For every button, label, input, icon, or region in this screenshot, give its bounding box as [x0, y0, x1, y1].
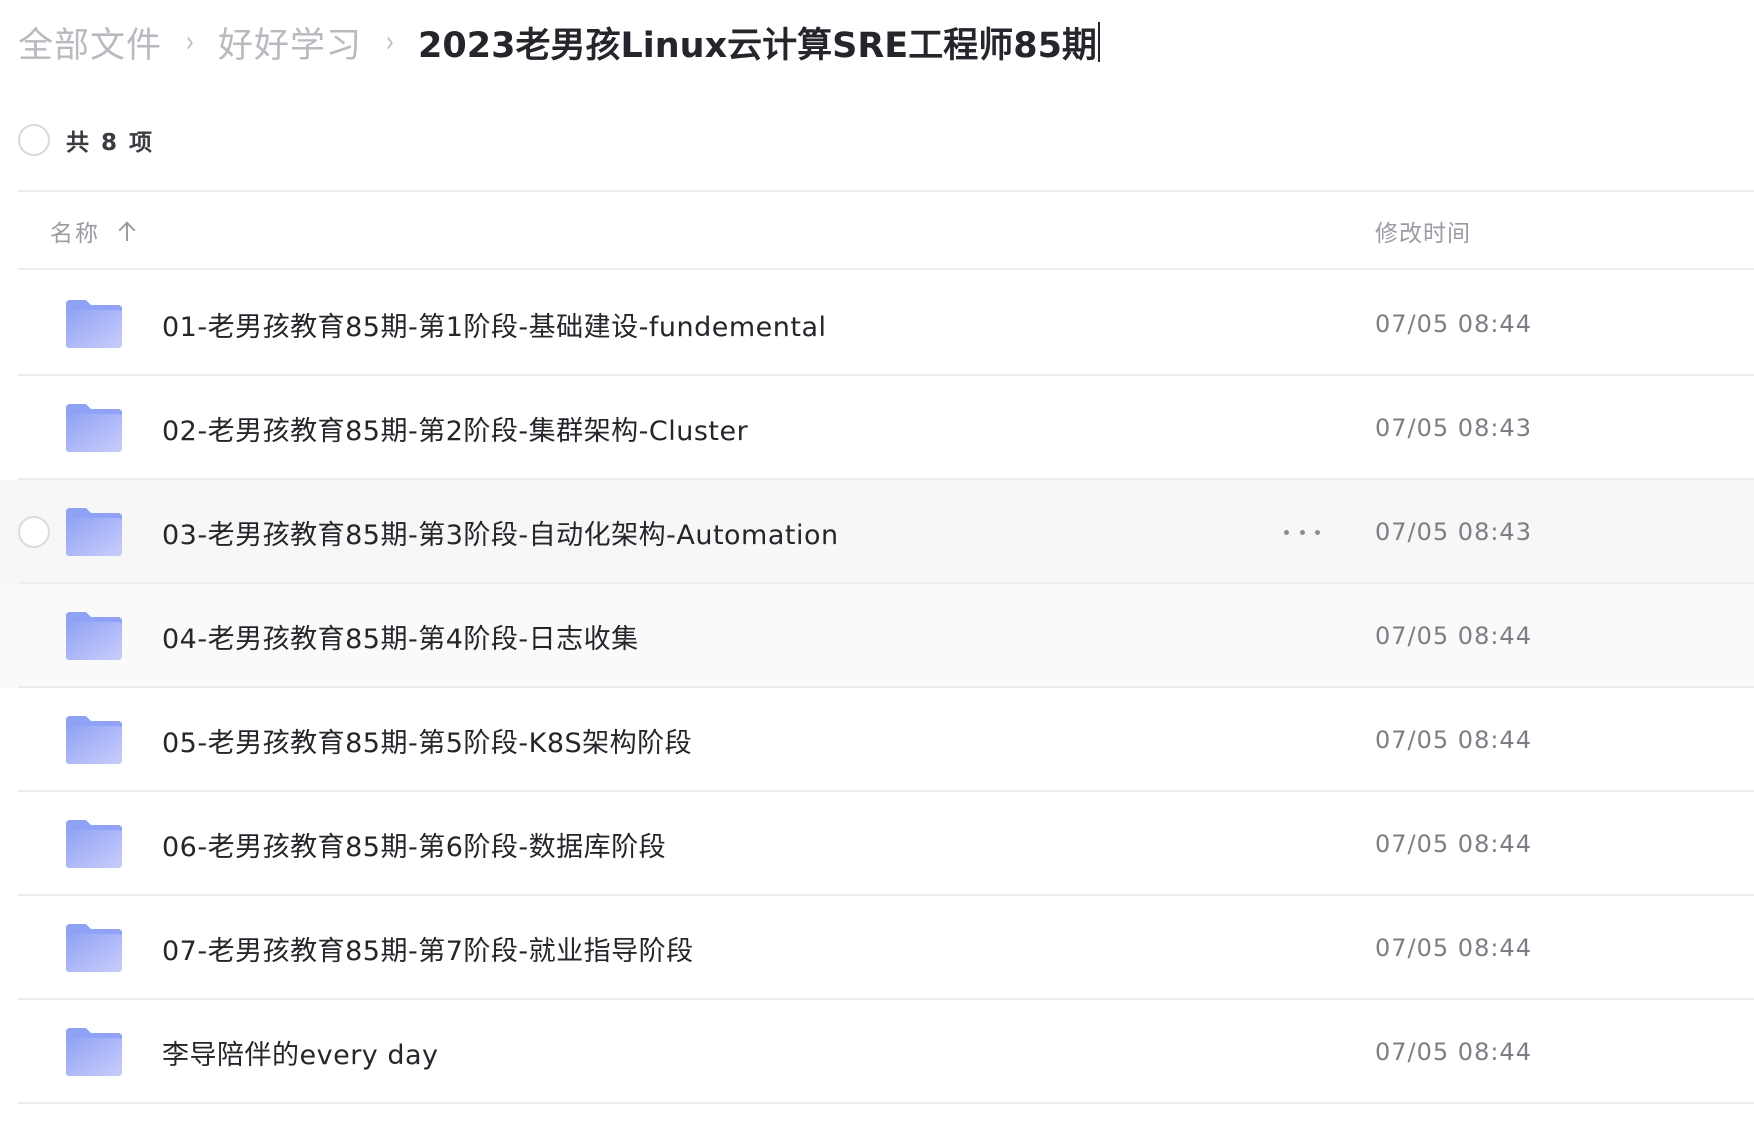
file-name[interactable]: 02-老男孩教育85期-第2阶段-集群架构-Cluster — [162, 376, 748, 480]
file-name[interactable]: 03-老男孩教育85期-第3阶段-自动化架构-Automation — [162, 480, 839, 584]
folder-icon — [66, 404, 122, 452]
modified-time: 07/05 08:44 — [1375, 934, 1532, 962]
file-row[interactable]: 05-老男孩教育85期-第5阶段-K8S架构阶段 07/05 08:44 — [0, 688, 1754, 792]
breadcrumb-item-study[interactable]: 好好学习 — [218, 17, 362, 68]
file-name[interactable]: 01-老男孩教育85期-第1阶段-基础建设-fundemental — [162, 272, 827, 376]
folder-icon — [66, 716, 122, 764]
breadcrumb-separator-icon: › — [185, 24, 195, 60]
folder-icon — [66, 508, 122, 556]
column-header-name-label: 名称 — [50, 221, 100, 247]
modified-time: 07/05 08:43 — [1375, 414, 1532, 442]
more-actions-icon[interactable] — [1284, 520, 1320, 544]
breadcrumb: 全部文件 › 好好学习 › 2023老男孩Linux云计算SRE工程师85期 — [18, 14, 1100, 70]
column-header-name[interactable]: 名称 — [50, 192, 136, 270]
column-header-modified[interactable]: 修改时间 — [1375, 192, 1471, 270]
folder-icon — [66, 612, 122, 660]
text-cursor — [1097, 22, 1100, 62]
file-row[interactable]: 07-老男孩教育85期-第7阶段-就业指导阶段 07/05 08:44 — [0, 896, 1754, 1000]
file-browser: 全部文件 › 好好学习 › 2023老男孩Linux云计算SRE工程师85期 共… — [0, 0, 1754, 1124]
selection-bar: 共 8 项 — [18, 120, 154, 160]
row-checkbox[interactable] — [18, 516, 50, 548]
row-divider — [18, 1102, 1754, 1104]
folder-icon — [66, 924, 122, 972]
file-name[interactable]: 05-老男孩教育85期-第5阶段-K8S架构阶段 — [162, 688, 692, 792]
file-name[interactable]: 07-老男孩教育85期-第7阶段-就业指导阶段 — [162, 896, 694, 1000]
breadcrumb-current-folder[interactable]: 2023老男孩Linux云计算SRE工程师85期 — [418, 17, 1097, 68]
breadcrumb-separator-icon: › — [385, 24, 395, 60]
folder-icon — [66, 820, 122, 868]
modified-time: 07/05 08:44 — [1375, 310, 1532, 338]
modified-time: 07/05 08:43 — [1375, 518, 1532, 546]
select-all-checkbox[interactable] — [18, 124, 50, 156]
file-row[interactable]: 02-老男孩教育85期-第2阶段-集群架构-Cluster 07/05 08:4… — [0, 376, 1754, 480]
modified-time: 07/05 08:44 — [1375, 1038, 1532, 1066]
modified-time: 07/05 08:44 — [1375, 830, 1532, 858]
breadcrumb-item-all-files[interactable]: 全部文件 — [18, 17, 162, 68]
file-list: 01-老男孩教育85期-第1阶段-基础建设-fundemental 07/05 … — [0, 272, 1754, 1104]
file-row[interactable]: 06-老男孩教育85期-第6阶段-数据库阶段 07/05 08:44 — [0, 792, 1754, 896]
divider — [18, 268, 1754, 270]
file-row[interactable]: 01-老男孩教育85期-第1阶段-基础建设-fundemental 07/05 … — [0, 272, 1754, 376]
modified-time: 07/05 08:44 — [1375, 622, 1532, 650]
file-row[interactable]: 李导陪伴的every day 07/05 08:44 — [0, 1000, 1754, 1104]
file-name[interactable]: 李导陪伴的every day — [162, 1000, 439, 1104]
file-name[interactable]: 06-老男孩教育85期-第6阶段-数据库阶段 — [162, 792, 666, 896]
file-row[interactable]: 03-老男孩教育85期-第3阶段-自动化架构-Automation 07/05 … — [0, 480, 1754, 584]
folder-icon — [66, 300, 122, 348]
file-name[interactable]: 04-老男孩教育85期-第4阶段-日志收集 — [162, 584, 639, 688]
sort-ascending-icon[interactable] — [118, 219, 136, 243]
folder-icon — [66, 1028, 122, 1076]
item-count: 共 8 项 — [66, 130, 155, 156]
table-header: 名称 修改时间 — [18, 192, 1754, 270]
modified-time: 07/05 08:44 — [1375, 726, 1532, 754]
file-row[interactable]: 04-老男孩教育85期-第4阶段-日志收集 07/05 08:44 — [0, 584, 1754, 688]
